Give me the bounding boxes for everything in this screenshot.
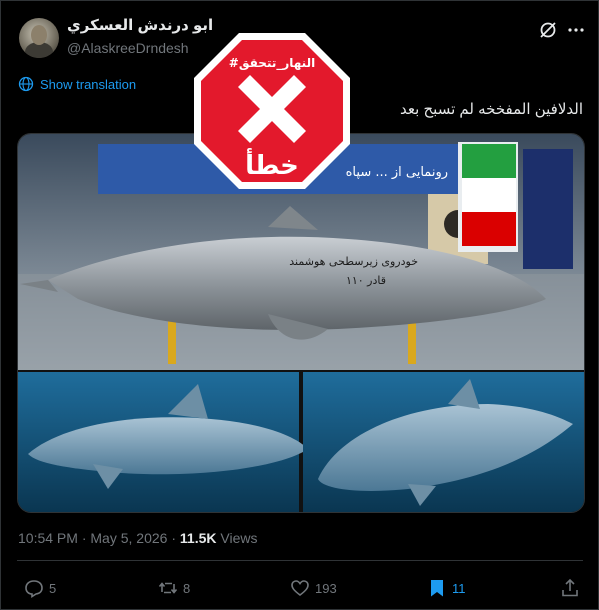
repost-count: 8 [183, 580, 191, 596]
globe-icon [18, 76, 34, 92]
bookmark-icon [431, 580, 443, 597]
user-handle[interactable]: @AlaskreeDrndesh [67, 40, 189, 56]
show-translation-link[interactable]: Show translation [18, 76, 136, 92]
grok-icon[interactable] [538, 20, 558, 40]
share-icon [562, 578, 578, 597]
repost-button[interactable]: 8 [158, 578, 190, 598]
heart-icon [291, 580, 309, 597]
tweet-date[interactable]: May 5, 2026 [90, 530, 167, 546]
tweet-time[interactable]: 10:54 PM [18, 530, 78, 546]
like-count: 193 [315, 580, 337, 596]
reply-count: 5 [49, 580, 57, 596]
bookmark-count: 11 [452, 580, 466, 596]
avatar[interactable] [19, 18, 59, 58]
views-label: Views [220, 530, 258, 546]
banner-text: رونمایی از ... سپاه [346, 165, 448, 180]
divider [17, 560, 583, 561]
repost-icon [158, 582, 178, 594]
more-options-icon[interactable] [566, 20, 586, 40]
stamp-verdict: خطأ [245, 148, 299, 181]
like-button[interactable]: 193 [290, 578, 337, 598]
bookmark-button[interactable]: 11 [427, 578, 466, 598]
reply-button[interactable]: 5 [24, 578, 56, 598]
tweet-timestamp[interactable]: 10:54 PM · May 5, 2026 · 11.5K Views [18, 530, 257, 546]
tweet-text: الدلافين المفخخه لم تسبح بعد [400, 101, 583, 118]
views-count: 11.5K [179, 530, 217, 546]
stamp-tag: #النهار_تتحقق [229, 56, 315, 71]
share-button[interactable] [560, 578, 580, 598]
vehicle-label-1: خودروی زیرسطحی هوشمند [289, 255, 418, 268]
vehicle-label-2: قادر ۱۱۰ [346, 274, 386, 287]
fact-check-stamp: #النهار_تتحقق خطأ [194, 33, 350, 189]
show-translation-label: Show translation [40, 76, 137, 92]
reply-icon [25, 580, 43, 598]
